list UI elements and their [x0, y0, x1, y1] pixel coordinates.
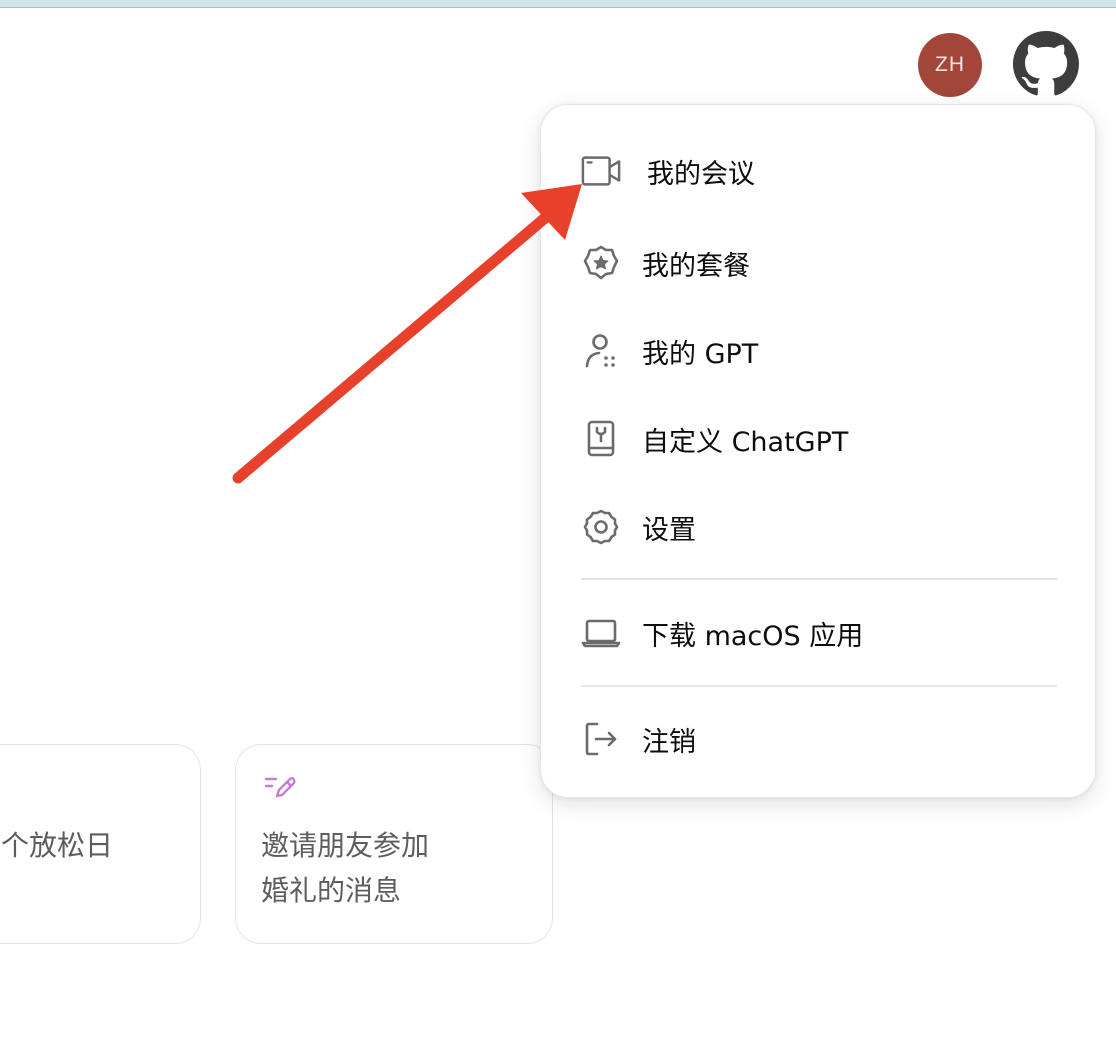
book-tool-icon [581, 419, 621, 459]
menu-item-label: 我的套餐 [642, 250, 750, 282]
user-grid-icon [581, 331, 621, 371]
pen-icon [263, 774, 297, 806]
suggestion-card[interactable]: 邀请朋友参加 婚礼的消息 [235, 744, 553, 944]
laptop-icon [581, 613, 621, 653]
menu-divider [581, 578, 1057, 580]
menu-item-label: 注销 [642, 726, 696, 758]
video-camera-icon [581, 151, 621, 191]
suggestion-text: 个放松日 [1, 829, 114, 862]
logout-icon [581, 719, 621, 759]
gear-icon [581, 507, 621, 547]
menu-item-my-meetings[interactable]: 我的会议 [571, 141, 1067, 201]
account-menu: 我的会议 我的套餐 我的 GPT 自定义 ChatGPT 设置 下载 macOS… [540, 104, 1096, 798]
page: ZH 个放松日 邀请朋友参加 婚礼的消息 我的会议 我的套餐 我的 GPT 自定… [0, 0, 1116, 1050]
suggestion-text: 邀请朋友参加 婚礼的消息 [261, 829, 430, 907]
menu-item-label: 我的会议 [647, 158, 755, 190]
top-strip [0, 0, 1116, 8]
menu-item-customize-chatgpt[interactable]: 自定义 ChatGPT [571, 409, 1067, 469]
menu-item-label: 下载 macOS 应用 [642, 620, 864, 652]
menu-item-my-gpt[interactable]: 我的 GPT [571, 321, 1067, 381]
menu-item-my-plan[interactable]: 我的套餐 [571, 233, 1067, 293]
menu-item-settings[interactable]: 设置 [571, 497, 1067, 557]
menu-divider [581, 685, 1057, 687]
menu-item-download-macos[interactable]: 下载 macOS 应用 [571, 603, 1067, 663]
star-badge-icon [581, 243, 621, 283]
user-avatar[interactable]: ZH [918, 33, 982, 97]
menu-item-label: 自定义 ChatGPT [642, 426, 849, 458]
menu-item-label: 我的 GPT [642, 338, 759, 370]
github-icon[interactable] [1013, 31, 1079, 97]
menu-item-label: 设置 [642, 514, 696, 546]
suggestion-card[interactable]: 个放松日 [0, 744, 201, 944]
menu-item-logout[interactable]: 注销 [571, 709, 1067, 769]
